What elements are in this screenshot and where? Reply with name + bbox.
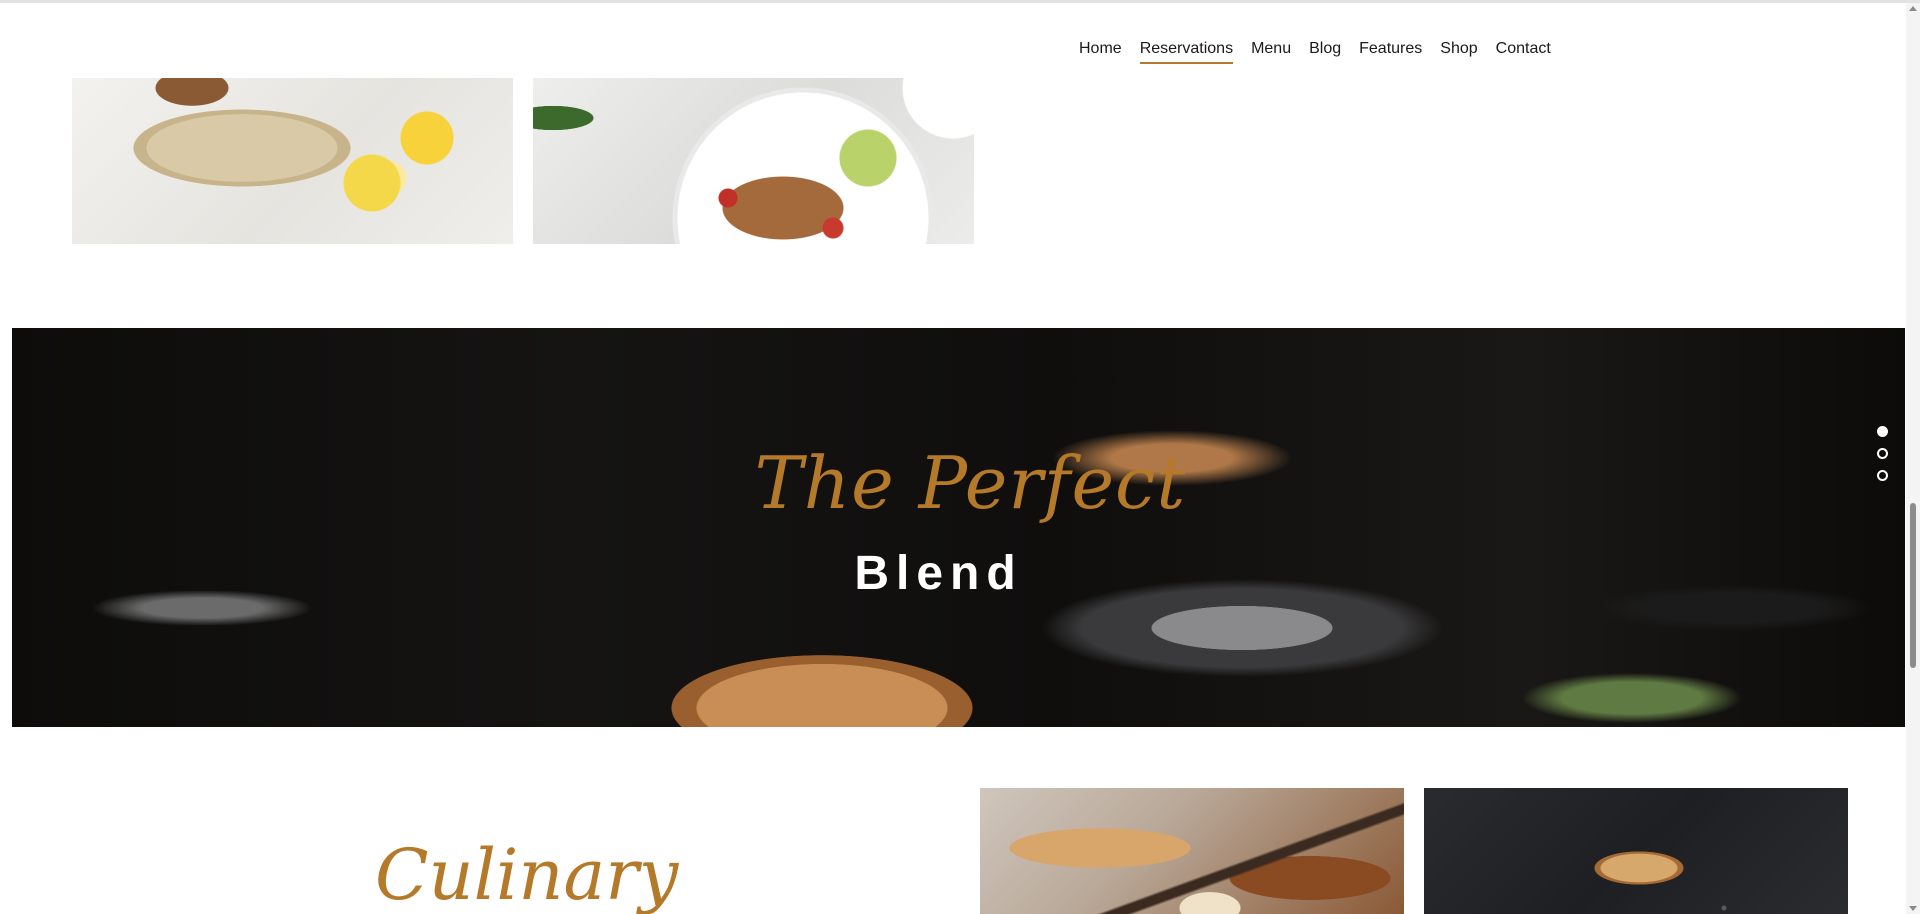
lemons-tea-photo — [72, 78, 513, 244]
hero-bold-heading: Blend — [854, 547, 1023, 600]
slider-dot-3[interactable] — [1877, 470, 1888, 481]
nav-item-menu[interactable]: Menu — [1242, 38, 1300, 62]
nav-item-features[interactable]: Features — [1350, 38, 1431, 62]
top-divider — [0, 0, 1920, 3]
main-navigation: Home Reservations Menu Blog Features Sho… — [1070, 38, 1560, 64]
scrollbar-thumb[interactable] — [1910, 503, 1916, 668]
nav-item-reservations[interactable]: Reservations — [1131, 38, 1242, 64]
slider-dot-1[interactable] — [1877, 426, 1888, 437]
scroll-down-arrow-icon[interactable] — [1909, 906, 1917, 911]
nav-item-blog[interactable]: Blog — [1300, 38, 1350, 62]
slider-dot-2[interactable] — [1877, 448, 1888, 459]
page-scrollbar[interactable] — [1906, 3, 1920, 914]
section-script-heading: Culinary — [375, 834, 679, 914]
chicken-salad-photo — [533, 78, 974, 244]
nav-item-contact[interactable]: Contact — [1487, 38, 1560, 62]
scroll-up-arrow-icon[interactable] — [1909, 6, 1917, 11]
hero-banner: The Perfect Blend — [12, 328, 1905, 727]
nav-item-home[interactable]: Home — [1070, 38, 1131, 62]
bread-cutting-board-photo — [980, 788, 1404, 914]
bread-slice-photo — [1424, 788, 1848, 914]
nav-item-shop[interactable]: Shop — [1431, 38, 1486, 62]
hero-script-heading: The Perfect — [754, 441, 1187, 525]
slider-pagination — [1877, 426, 1891, 492]
